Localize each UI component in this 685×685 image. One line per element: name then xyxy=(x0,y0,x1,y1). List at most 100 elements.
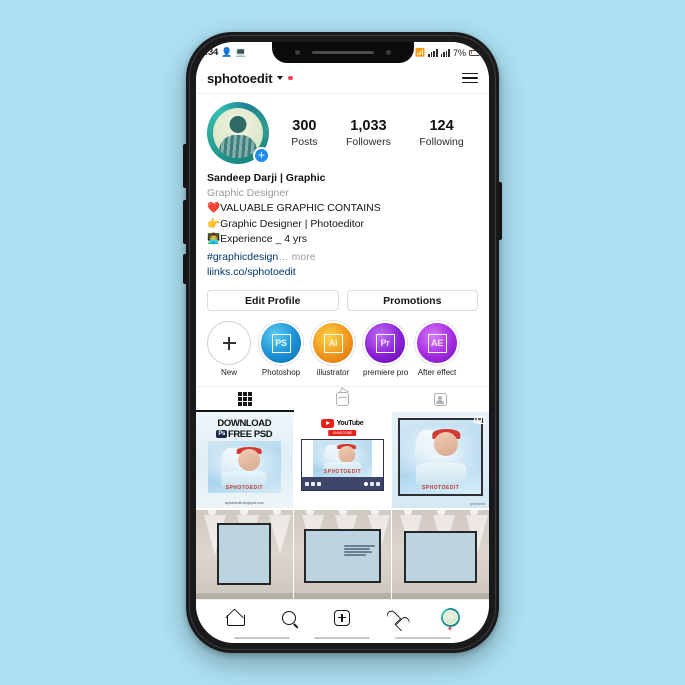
profile-summary: + 300 Posts 1,033 Followers 124 Followin… xyxy=(196,94,489,168)
post2-photo: SPHOTOEDIT xyxy=(313,439,372,478)
post2-video-player: SPHOTOEDIT xyxy=(301,438,384,492)
post-tile-4[interactable] xyxy=(196,509,293,607)
post-tile-5[interactable] xyxy=(294,509,391,607)
bio-line-2: 👉Graphic Designer | Photoeditor xyxy=(207,217,365,230)
bio-block: Sandeep Darji | Graphic Graphic Designer… xyxy=(196,168,489,281)
highlight-label: premiere pro xyxy=(363,368,409,378)
player-controls xyxy=(302,477,383,491)
highlight-label: illustrator xyxy=(316,368,350,378)
carousel-icon xyxy=(474,415,485,425)
framed-artwork-landscape xyxy=(403,531,478,584)
highlight-badge: PS xyxy=(271,333,291,353)
igtv-icon xyxy=(336,392,349,407)
search-icon[interactable] xyxy=(276,607,302,629)
stats-row: 300 Posts 1,033 Followers 124 Following xyxy=(269,117,478,148)
app-header: sphotoedit xyxy=(196,63,489,93)
framed-artwork-giraffe xyxy=(303,529,382,584)
aftereffects-icon: AE xyxy=(415,321,459,366)
highlight-badge: AI xyxy=(323,333,343,353)
profile-actions: Edit Profile Promotions xyxy=(196,281,489,312)
highlight-illustrator[interactable]: AI illustrator xyxy=(311,321,355,378)
followers-count: 1,033 xyxy=(350,118,387,135)
photoshop-icon: PS xyxy=(259,321,303,366)
youtube-logo: YouTube xyxy=(321,418,364,428)
highlight-badge: AE xyxy=(427,333,447,353)
post-tile-2[interactable]: YouTube SUBSCRIBE SPHOTOEDIT xyxy=(294,411,391,509)
igtv-tab[interactable] xyxy=(294,387,392,412)
add-icon[interactable] xyxy=(329,607,355,629)
bottom-navigation xyxy=(196,599,489,643)
avatar-head xyxy=(229,116,247,133)
tagged-icon xyxy=(433,392,447,406)
volume-up-button[interactable] xyxy=(183,144,187,188)
bio-display-name: Sandeep Darji | Graphic xyxy=(207,172,326,184)
bio-more-link[interactable]: … more xyxy=(278,251,315,263)
add-story-button[interactable]: + xyxy=(253,147,270,164)
earpiece-speaker xyxy=(311,50,374,55)
psd-badge-icon: Ps xyxy=(216,429,227,438)
stat-following[interactable]: 124 Following xyxy=(419,117,463,148)
theater-icon xyxy=(369,481,374,486)
post1-title-line1: DOWNLOAD xyxy=(217,417,272,429)
status-time: :34 xyxy=(205,47,219,58)
post2-brand: YouTube xyxy=(336,419,364,427)
heart-icon[interactable] xyxy=(383,607,409,629)
sensor-icon xyxy=(385,50,391,55)
post1-caption: sphotoedit.blogspot.com xyxy=(224,501,264,506)
monitor-icon: 💻 xyxy=(235,47,247,57)
highlight-after-effect[interactable]: AE After effect xyxy=(415,321,459,378)
highlight-new[interactable]: New xyxy=(207,321,251,378)
highlight-badge: Pr xyxy=(375,333,395,353)
post3-watermark: SPHOTOEDIT xyxy=(421,484,460,491)
story-highlights: New PS Photoshop AI illustrator Pr premi… xyxy=(196,311,489,386)
grid-icon xyxy=(237,392,252,407)
plus-icon xyxy=(207,321,251,366)
post1-photo: SPHOTOEDIT xyxy=(208,440,281,494)
highlight-label: New xyxy=(220,368,237,378)
phone-frame: :34 👤 💻 ▤ 📶 7% sphotoedit xyxy=(183,32,502,653)
contact-icon: 👤 xyxy=(221,47,233,57)
bio-hashtag[interactable]: #graphicdesign xyxy=(207,251,278,263)
stat-followers[interactable]: 1,033 Followers xyxy=(346,117,391,148)
post-tile-3[interactable]: SPHOTOEDIT sphotoedit xyxy=(392,411,489,509)
post-grid: DOWNLOAD Ps FREE PSD SPHOTOEDIT sphotoedi… xyxy=(196,411,489,607)
profile-tabs xyxy=(196,385,489,412)
reel-icon xyxy=(374,415,390,426)
premiere-icon: Pr xyxy=(363,321,407,366)
post2-subscribe-label: SUBSCRIBE xyxy=(328,429,357,436)
grid-tab[interactable] xyxy=(196,387,294,412)
home-icon[interactable] xyxy=(222,607,248,629)
bio-external-link[interactable]: liinks.co/sphotoedit xyxy=(207,265,478,281)
wifi-icon: 📶 xyxy=(415,48,426,57)
username-label: sphotoedit xyxy=(207,70,273,86)
volume-down-button[interactable] xyxy=(183,200,187,244)
gesture-home-bar xyxy=(196,636,489,639)
status-bar: :34 👤 💻 ▤ 📶 7% xyxy=(196,42,489,63)
promotions-button[interactable]: Promotions xyxy=(346,290,478,312)
avatar[interactable]: + xyxy=(207,102,270,164)
username-switcher[interactable]: sphotoedit xyxy=(207,71,293,86)
tagged-tab[interactable] xyxy=(391,387,489,412)
chevron-down-icon[interactable] xyxy=(277,76,284,80)
post-tile-6[interactable] xyxy=(392,509,489,607)
highlight-photoshop[interactable]: PS Photoshop xyxy=(259,321,303,378)
front-camera-icon xyxy=(294,50,300,55)
next-icon xyxy=(317,481,322,486)
highlight-premiere-pro[interactable]: Pr premiere pro xyxy=(363,321,409,378)
post1-title-line2: FREE PSD xyxy=(227,428,273,440)
post1-watermark: SPHOTOEDIT xyxy=(225,484,264,491)
hamburger-icon[interactable] xyxy=(462,72,478,84)
silent-switch-button[interactable] xyxy=(183,254,187,284)
new-story-dot-icon xyxy=(288,75,293,81)
youtube-play-icon xyxy=(321,418,335,428)
edit-profile-button[interactable]: Edit Profile xyxy=(207,290,339,312)
post-tile-1[interactable]: DOWNLOAD Ps FREE PSD SPHOTOEDIT sphotoedi… xyxy=(196,411,293,509)
power-button[interactable] xyxy=(498,182,502,240)
fullscreen-icon xyxy=(375,481,380,486)
stat-posts[interactable]: 300 Posts xyxy=(291,117,317,148)
profile-avatar-icon[interactable] xyxy=(437,607,463,630)
followers-label: Followers xyxy=(345,135,391,148)
settings-icon xyxy=(363,481,368,486)
illustrator-icon: AI xyxy=(311,321,355,366)
following-label: Following xyxy=(419,135,464,148)
